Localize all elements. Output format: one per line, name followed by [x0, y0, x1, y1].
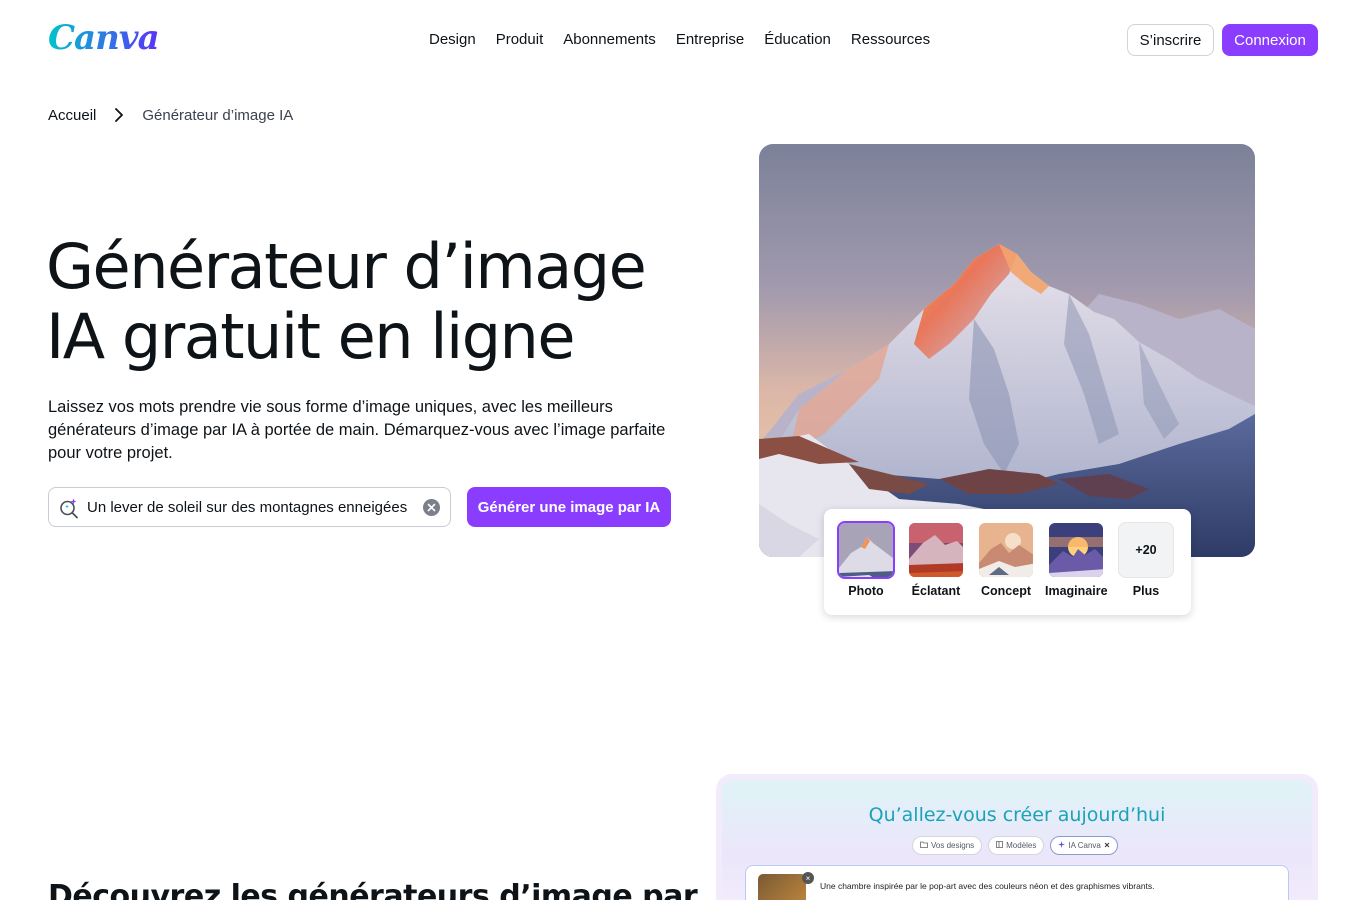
style-option-concept[interactable]: Concept: [975, 521, 1037, 598]
style-picker-panel: Photo Éclatant Concept Imaginaire +20 Pl…: [824, 509, 1191, 615]
nav-item-education[interactable]: Éducation: [754, 28, 841, 51]
magic-search-icon: [58, 497, 80, 519]
chip-modeles: Modèles: [988, 836, 1045, 855]
breadcrumb-home-link[interactable]: Accueil: [48, 107, 96, 124]
style-option-photo[interactable]: Photo: [835, 521, 897, 598]
more-styles-count: +20: [1118, 522, 1174, 578]
breadcrumb: Accueil Générateur d’image IA: [48, 106, 293, 124]
template-icon: [996, 841, 1004, 850]
style-thumb-eclatant: [907, 521, 965, 579]
canva-app-preview: Qu’allez-vous créer aujourd’hui Vos desi…: [716, 774, 1318, 900]
preview-title: Qu’allez-vous créer aujourd’hui: [868, 804, 1166, 826]
signup-button[interactable]: S’inscrire: [1127, 24, 1214, 56]
style-option-more[interactable]: +20 Plus: [1115, 521, 1177, 598]
nav-item-ressources[interactable]: Ressources: [841, 28, 940, 51]
generate-image-button[interactable]: Générer une image par IA: [467, 487, 671, 527]
style-thumb-imaginaire: [1047, 521, 1105, 579]
page-title-line-2: IA gratuit en ligne: [46, 300, 576, 373]
style-thumb-photo: [837, 521, 895, 579]
generated-mountain-image: [759, 144, 1255, 557]
clear-icon[interactable]: [423, 499, 440, 516]
style-label: Imaginaire: [1045, 584, 1108, 598]
preview-chips: Vos designs Modèles IA Canva: [912, 836, 1118, 855]
page-title-line-1: Générateur d’image: [46, 230, 647, 303]
prompt-search-box: [48, 487, 451, 527]
style-label: Éclatant: [911, 584, 961, 598]
chip-ia-canva: IA Canva: [1050, 836, 1118, 855]
sparkle-icon: [1058, 841, 1066, 850]
section-title: Découvrez les générateurs d’image par: [48, 879, 698, 900]
main-nav: Design Produit Abonnements Entreprise Éd…: [419, 28, 940, 51]
site-header: Canva Design Produit Abonnements Entrepr…: [0, 0, 1366, 80]
page-title: Générateur d’image IA gratuit en ligne: [46, 232, 686, 372]
preview-inner: Qu’allez-vous créer aujourd’hui Vos desi…: [722, 780, 1312, 900]
login-button[interactable]: Connexion: [1222, 24, 1318, 56]
style-label: Plus: [1132, 584, 1160, 598]
close-icon: ×: [802, 872, 814, 884]
nav-item-abonnements[interactable]: Abonnements: [553, 28, 666, 51]
chevron-right-icon: [110, 106, 128, 124]
style-label: Concept: [981, 584, 1031, 598]
style-label: Photo: [848, 584, 884, 598]
prompt-input[interactable]: [87, 488, 417, 526]
folder-icon: [920, 841, 928, 850]
style-option-eclatant[interactable]: Éclatant: [905, 521, 967, 598]
breadcrumb-current: Générateur d’image IA: [142, 106, 294, 124]
chip-label: Vos designs: [931, 841, 975, 850]
nav-item-design[interactable]: Design: [419, 28, 486, 51]
preview-prompt-text: Une chambre inspirée par le pop-art avec…: [820, 881, 1155, 891]
nav-item-produit[interactable]: Produit: [486, 28, 554, 51]
style-option-imaginaire[interactable]: Imaginaire: [1045, 521, 1108, 598]
close-icon: [1104, 841, 1110, 850]
canva-logo[interactable]: Canva: [48, 18, 160, 58]
chip-label: IA Canva: [1068, 841, 1101, 850]
style-thumb-concept: [977, 521, 1035, 579]
preview-prompt-card: × Une chambre inspirée par le pop-art av…: [745, 865, 1289, 900]
preview-thumbnail: ×: [758, 872, 814, 900]
chip-label: Modèles: [1006, 841, 1037, 850]
chip-vos-designs: Vos designs: [912, 836, 983, 855]
nav-item-entreprise[interactable]: Entreprise: [666, 28, 754, 51]
hero-description: Laissez vos mots prendre vie sous forme …: [48, 398, 666, 462]
